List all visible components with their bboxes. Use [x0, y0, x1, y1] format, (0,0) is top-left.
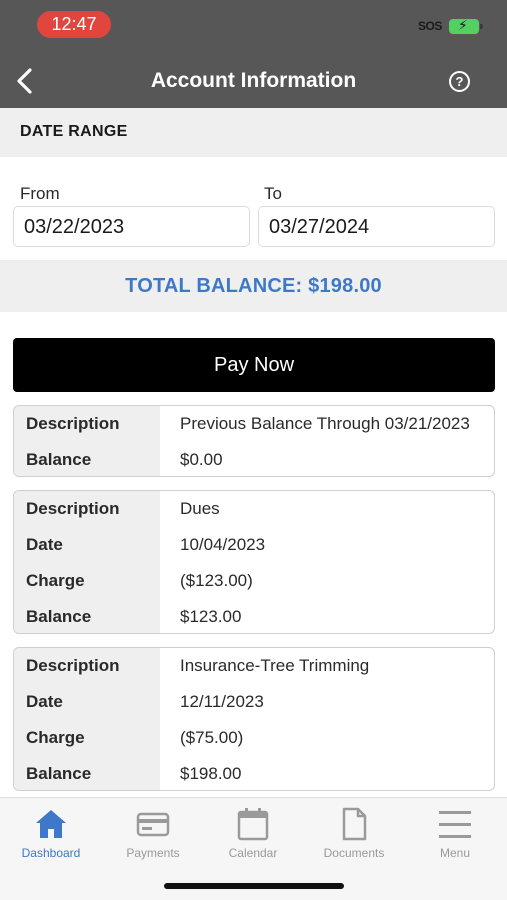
row-value: Dues	[180, 499, 220, 518]
carrier-status: SOS	[418, 19, 442, 33]
transaction-row: Balance $123.00	[14, 599, 494, 633]
page-title: Account Information	[150, 69, 357, 92]
from-date-field[interactable]: 03/22/2023	[13, 206, 250, 247]
row-key: Date	[26, 535, 63, 554]
to-label: To	[264, 184, 282, 203]
menu-icon	[439, 811, 471, 838]
battery-icon: ⚡	[449, 17, 483, 34]
home-indicator	[164, 883, 344, 889]
pay-now-button[interactable]: Pay Now	[13, 338, 495, 392]
transaction-card: Description Insurance-Tree Trimming Date…	[13, 647, 495, 791]
help-icon[interactable]: ?	[449, 71, 470, 92]
row-value: $0.00	[180, 450, 223, 469]
row-value: $123.00	[180, 607, 242, 626]
date-range-heading: DATE RANGE	[20, 123, 128, 140]
row-key: Balance	[26, 607, 92, 626]
calendar-icon	[237, 808, 269, 841]
row-key: Description	[26, 656, 120, 675]
row-key: Date	[26, 692, 63, 711]
row-key: Description	[26, 414, 120, 433]
row-value: 10/04/2023	[180, 535, 266, 554]
transaction-row: Date 12/11/2023	[14, 684, 494, 720]
row-value: Previous Balance Through 03/21/2023	[180, 414, 470, 433]
tab-label: Dashboard	[21, 846, 81, 860]
total-balance: TOTAL BALANCE: $198.00	[0, 260, 507, 312]
tab-payments[interactable]: Payments	[108, 806, 198, 860]
to-date-field[interactable]: 03/27/2024	[258, 206, 495, 247]
tab-menu[interactable]: Menu	[410, 806, 500, 860]
status-time: 12:47	[37, 11, 111, 38]
row-key: Description	[26, 499, 120, 518]
tab-documents[interactable]: Documents	[309, 806, 399, 860]
transaction-row: Date 10/04/2023	[14, 527, 494, 563]
row-value: ($75.00)	[180, 728, 244, 747]
from-label: From	[20, 184, 60, 203]
transaction-row: Description Insurance-Tree Trimming	[14, 648, 494, 684]
transaction-card: Description Dues Date 10/04/2023 Charge …	[13, 490, 495, 634]
tab-calendar[interactable]: Calendar	[208, 806, 298, 860]
transaction-card: Description Previous Balance Through 03/…	[13, 405, 495, 477]
transaction-row: Description Previous Balance Through 03/…	[14, 406, 494, 442]
row-value: ($123.00)	[180, 571, 253, 590]
tab-label: Payments	[126, 846, 180, 860]
transaction-row: Balance $0.00	[14, 442, 494, 476]
date-range-header: DATE RANGE	[0, 108, 507, 157]
home-icon	[36, 810, 66, 838]
transaction-row: Charge ($75.00)	[14, 720, 494, 756]
row-key: Balance	[26, 450, 92, 469]
transaction-row: Charge ($123.00)	[14, 563, 494, 599]
tab-dashboard[interactable]: Dashboard	[6, 806, 96, 860]
tab-label: Menu	[439, 846, 471, 860]
row-value: Insurance-Tree Trimming	[180, 656, 370, 675]
row-key: Charge	[26, 728, 85, 747]
app-header: 12:47 SOS ⚡ Account Information ?	[0, 0, 507, 108]
row-key: Charge	[26, 571, 85, 590]
tab-label: Calendar	[228, 846, 278, 860]
credit-card-icon	[136, 812, 170, 837]
transaction-row: Description Dues	[14, 491, 494, 527]
row-value: 12/11/2023	[180, 692, 264, 711]
row-key: Balance	[26, 764, 92, 783]
tab-label: Documents	[323, 846, 385, 860]
transaction-row: Balance $198.00	[14, 756, 494, 790]
row-value: $198.00	[180, 764, 242, 783]
document-icon	[342, 807, 367, 841]
